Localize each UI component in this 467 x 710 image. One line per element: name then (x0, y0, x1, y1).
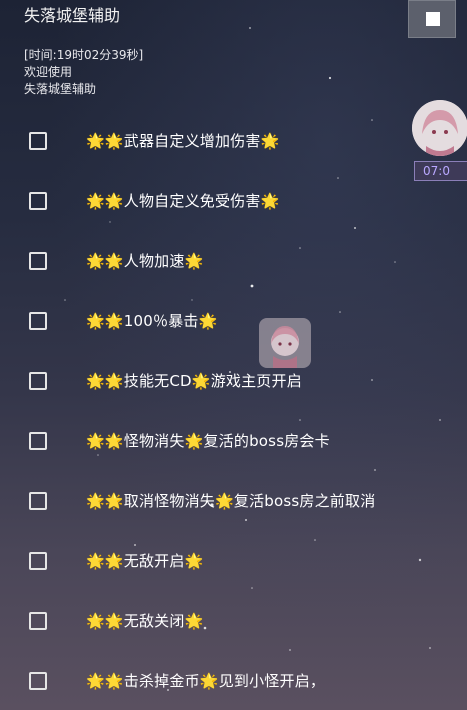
option-text: 技能无CD (123, 372, 192, 390)
info-block: [时间:19时02分39秒] 欢迎使用 失落城堡辅助 (24, 47, 143, 98)
option-checkbox[interactable] (29, 672, 47, 690)
star-icon: 🌟 (104, 132, 124, 150)
option-row[interactable]: 🌟🌟100％暴击🌟 (0, 292, 400, 350)
star-icon: 🌟 (104, 252, 124, 270)
star-icon: 🌟 (86, 612, 105, 630)
option-text: 无敌开启 (123, 552, 185, 570)
option-text: 游戏主页开启 (210, 372, 302, 390)
star-icon: 🌟 (199, 672, 219, 690)
time-display: [时间:19时02分39秒] (24, 48, 144, 62)
star-icon: 🌟 (214, 492, 234, 510)
star-icon: 🌟 (104, 552, 124, 570)
option-text: 人物加速 (123, 252, 185, 270)
star-icon: 🌟 (104, 432, 124, 450)
option-text: 复活的boss房会卡 (203, 432, 330, 450)
option-row[interactable]: 🌟🌟击杀掉金币🌟见到小怪开启， (0, 652, 400, 710)
star-icon: 🌟 (260, 132, 280, 150)
option-text: 取消怪物消失 (123, 492, 215, 510)
stop-button[interactable] (408, 0, 456, 38)
option-text: 击杀掉金币 (123, 672, 200, 690)
option-checkbox[interactable] (29, 312, 47, 330)
star-icon: 🌟 (104, 192, 124, 210)
stop-icon (426, 12, 440, 26)
star-icon: 🌟 (184, 252, 204, 270)
star-icon: 🌟 (104, 492, 124, 510)
star-icon: 🌟 (104, 312, 124, 330)
option-label: 🌟🌟取消怪物消失🌟复活boss房之前取消 (86, 490, 375, 512)
option-checkbox[interactable] (29, 252, 47, 270)
star-icon: 🌟 (198, 312, 218, 330)
option-checkbox[interactable] (29, 432, 47, 450)
option-checkbox[interactable] (29, 192, 47, 210)
option-checkbox[interactable] (29, 612, 47, 630)
star-icon: 🌟 (184, 552, 204, 570)
star-icon: 🌟 (86, 432, 105, 450)
option-row[interactable]: 🌟🌟技能无CD🌟游戏主页开启 (0, 352, 400, 410)
option-text: 见到小怪开启， (218, 672, 326, 690)
star-icon: 🌟 (191, 372, 211, 390)
star-icon: 🌟 (86, 672, 105, 690)
option-row[interactable]: 🌟🌟无敌开启🌟 (0, 532, 400, 590)
star-icon: 🌟 (104, 612, 124, 630)
option-row[interactable]: 🌟🌟武器自定义增加伤害🌟 (0, 112, 400, 170)
option-label: 🌟🌟人物加速🌟 (86, 250, 203, 272)
option-label: 🌟🌟100％暴击🌟 (86, 310, 218, 332)
welcome-text: 欢迎使用 (24, 65, 73, 79)
option-row[interactable]: 🌟🌟人物自定义免受伤害🌟 (0, 172, 400, 230)
option-row[interactable]: 🌟🌟人物加速🌟 (0, 232, 400, 290)
star-icon: 🌟 (86, 132, 105, 150)
option-label: 🌟🌟击杀掉金币🌟见到小怪开启， (86, 670, 325, 692)
option-text: 武器自定义增加伤害 (123, 132, 261, 150)
side-avatar-icon[interactable] (412, 100, 467, 156)
star-icon: 🌟 (86, 372, 105, 390)
star-icon: 🌟 (184, 432, 204, 450)
option-text: 100％暴击 (123, 312, 199, 330)
option-label: 🌟🌟怪物消失🌟复活的boss房会卡 (86, 430, 330, 452)
app-name-text: 失落城堡辅助 (24, 82, 97, 96)
option-checkbox[interactable] (29, 492, 47, 510)
option-row[interactable]: 🌟🌟怪物消失🌟复活的boss房会卡 (0, 412, 400, 470)
star-icon: 🌟 (184, 612, 204, 630)
option-label: 🌟🌟无敌开启🌟 (86, 550, 203, 572)
star-icon: 🌟 (86, 252, 105, 270)
star-icon: 🌟 (86, 492, 105, 510)
option-text: 复活boss房之前取消 (233, 492, 376, 510)
side-time-badge: 07:0 (414, 161, 467, 181)
option-text: 人物自定义免受伤害 (123, 192, 261, 210)
star-icon: 🌟 (86, 552, 105, 570)
option-text: 怪物消失 (123, 432, 185, 450)
option-label: 🌟🌟人物自定义免受伤害🌟 (86, 190, 279, 212)
floating-avatar-icon[interactable] (259, 318, 311, 368)
option-text: 无敌关闭 (123, 612, 185, 630)
panel-title: 失落城堡辅助 (24, 6, 121, 25)
option-checkbox[interactable] (29, 372, 47, 390)
star-icon: 🌟 (86, 312, 105, 330)
star-icon: 🌟 (260, 192, 280, 210)
star-icon: 🌟 (104, 672, 124, 690)
option-checkbox[interactable] (29, 132, 47, 150)
option-checkbox[interactable] (29, 552, 47, 570)
star-icon: 🌟 (104, 372, 124, 390)
option-label: 🌟🌟技能无CD🌟游戏主页开启 (86, 370, 302, 392)
star-icon: 🌟 (86, 192, 105, 210)
assistant-panel: 失落城堡辅助 [时间:19时02分39秒] 欢迎使用 失落城堡辅助 🌟🌟武器自定… (0, 0, 467, 710)
option-label: 🌟🌟武器自定义增加伤害🌟 (86, 130, 279, 152)
option-row[interactable]: 🌟🌟无敌关闭🌟 (0, 592, 400, 650)
option-label: 🌟🌟无敌关闭🌟 (86, 610, 203, 632)
option-row[interactable]: 🌟🌟取消怪物消失🌟复活boss房之前取消 (0, 472, 400, 530)
